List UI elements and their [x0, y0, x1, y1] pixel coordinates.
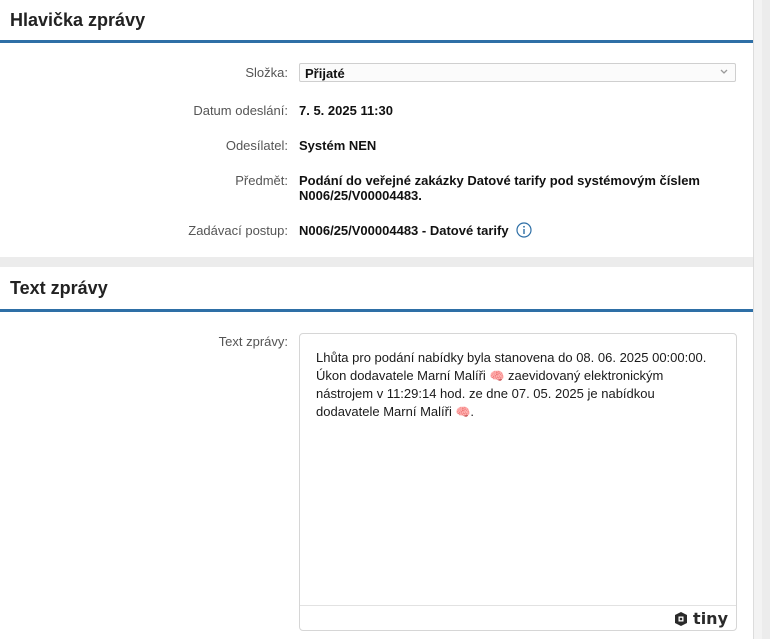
- folder-label: Složka:: [245, 65, 288, 80]
- folder-select[interactable]: Přijaté: [299, 63, 736, 82]
- subject-value: Podání do veřejné zakázky Datové tarify …: [299, 173, 700, 203]
- body-line-4: dodavatele Marní Malíři 🧠.: [316, 403, 726, 421]
- tiny-logo-icon: [675, 611, 688, 626]
- tiny-brand-text: tiny: [693, 609, 728, 628]
- body-line-2: Úkon dodavatele Marní Malíři 🧠 zaevidova…: [316, 367, 726, 385]
- page: Hlavička zprávy Složka: Přijaté Datum od…: [0, 0, 762, 639]
- info-icon[interactable]: [516, 222, 532, 238]
- message-text-title: Text zprávy: [10, 277, 108, 298]
- body-line-1: Lhůta pro podání nabídky byla stanovena …: [316, 350, 707, 365]
- message-text-label: Text zprávy:: [218, 334, 288, 349]
- body-line-2a: Úkon dodavatele Marní Malíři: [316, 368, 486, 383]
- message-text-editor[interactable]: Lhůta pro podání nabídky byla stanovena …: [299, 333, 737, 631]
- message-text-title-bar: Text zprávy: [0, 267, 762, 312]
- procedure-value: N006/25/V00004483 - Datové tarify: [299, 222, 532, 238]
- sender-value: Systém NEN: [299, 138, 377, 153]
- message-header-title-bar: Hlavička zprávy: [0, 0, 762, 43]
- scrollbar[interactable]: [753, 0, 762, 639]
- subject-line-1: Podání do veřejné zakázky Datové tarify …: [299, 173, 700, 188]
- sender-label: Odesílatel:: [225, 138, 288, 153]
- body-line-3: nástrojem v 11:29:14 hod. ze dne 07. 05.…: [316, 386, 655, 401]
- editor-statusbar: tiny: [300, 605, 736, 630]
- message-header-panel: Hlavička zprávy Složka: Přijaté Datum od…: [0, 0, 762, 257]
- brain-emoji-icon: 🧠: [455, 405, 471, 419]
- procedure-label: Zadávací postup:: [188, 223, 288, 238]
- folder-select-value: Přijaté: [305, 66, 345, 81]
- sent-date-label: Datum odeslání:: [193, 103, 288, 118]
- subject-line-2: N006/25/V00004483.: [299, 188, 422, 203]
- body-line-4b: .: [470, 404, 475, 419]
- chevron-down-icon: [720, 69, 728, 74]
- brain-emoji-icon: 🧠: [489, 369, 505, 383]
- body-line-4a: dodavatele Marní Malíři: [316, 404, 452, 419]
- procedure-link[interactable]: N006/25/V00004483 - Datové tarify: [299, 223, 509, 238]
- subject-label: Předmět:: [235, 173, 288, 188]
- body-line-2b: zaevidovaný elektronickým: [508, 368, 664, 383]
- editor-content[interactable]: Lhůta pro podání nabídky byla stanovena …: [316, 349, 726, 421]
- message-header-title: Hlavička zprávy: [10, 9, 146, 30]
- tiny-logo[interactable]: tiny: [673, 609, 728, 628]
- sent-date-value: 7. 5. 2025 11:30: [299, 103, 393, 118]
